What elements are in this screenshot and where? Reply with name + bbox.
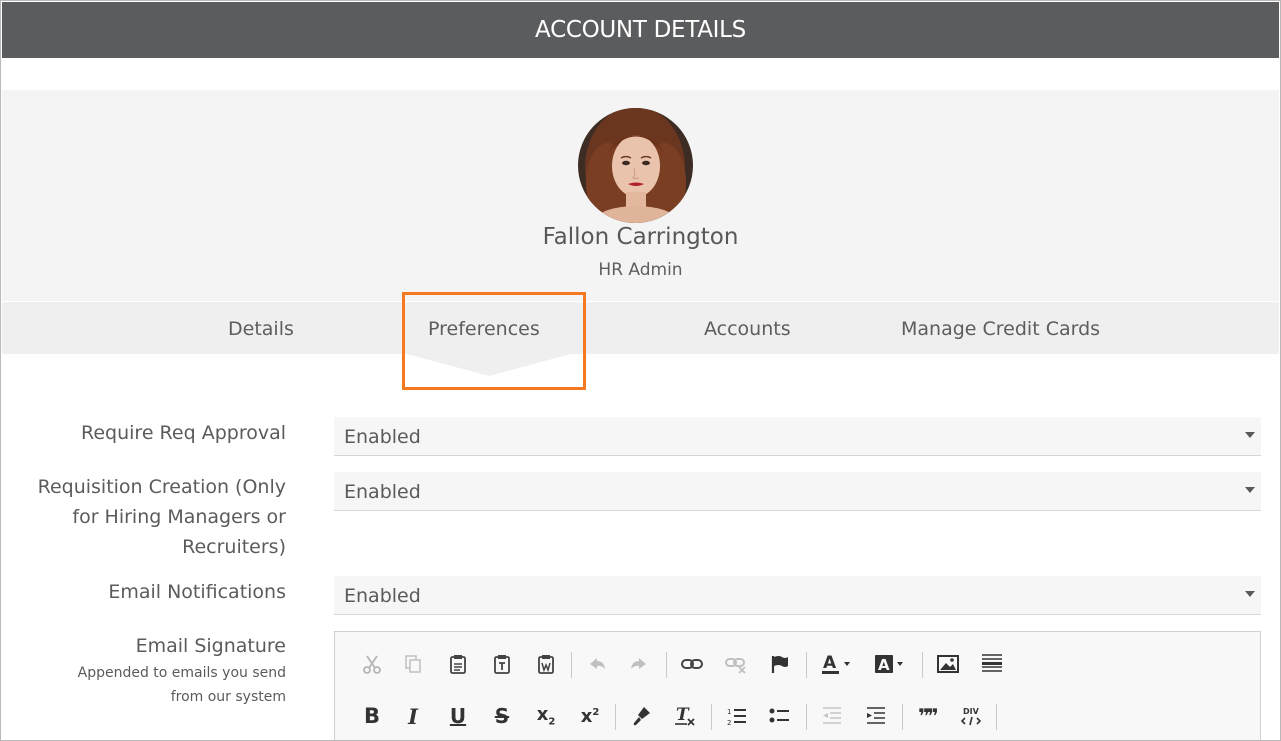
avatar xyxy=(578,108,693,223)
numbered-list-icon[interactable]: 12 xyxy=(723,702,751,730)
bold-icon[interactable]: B xyxy=(358,702,386,730)
account-details-panel: ACCOUNT DETAILS Fallon Carrington HR Adm… xyxy=(0,0,1281,741)
paste-text-icon[interactable] xyxy=(488,650,516,678)
copy-formatting-icon[interactable] xyxy=(627,702,655,730)
tab-details[interactable]: Details xyxy=(228,302,294,354)
background-color-icon[interactable]: A xyxy=(872,650,910,678)
increase-indent-icon[interactable] xyxy=(862,702,890,730)
chevron-down-icon xyxy=(1245,487,1255,493)
avatar-photo xyxy=(578,108,693,223)
page-title: ACCOUNT DETAILS xyxy=(535,17,746,43)
svg-text:1: 1 xyxy=(727,708,731,716)
email-signature-help-line: Appended to emails you send xyxy=(77,665,286,681)
subscript-icon[interactable]: x2 xyxy=(532,702,560,730)
image-icon[interactable] xyxy=(934,650,962,678)
requisition-creation-label: Requisition Creation (Only for Hiring Ma… xyxy=(38,472,286,562)
user-role: HR Admin xyxy=(598,260,683,280)
superscript-icon[interactable]: x2 xyxy=(576,702,604,730)
unlink-icon[interactable] xyxy=(722,650,750,678)
requisition-creation-label-line: for Hiring Managers or xyxy=(72,506,286,528)
toolbar-separator xyxy=(806,652,807,678)
toolbar-separator xyxy=(902,704,903,730)
strikethrough-icon[interactable]: S xyxy=(488,702,516,730)
require-req-approval-value: Enabled xyxy=(344,426,421,448)
email-signature-help-line: from our system xyxy=(170,689,286,705)
tab-bar: Details Preferences Accounts Manage Cred… xyxy=(2,302,1279,354)
svg-text:A: A xyxy=(823,653,837,673)
chevron-down-icon xyxy=(1245,432,1255,438)
remove-format-icon[interactable]: T xyxy=(671,702,699,730)
email-notifications-select[interactable]: Enabled xyxy=(334,576,1261,615)
svg-text:T: T xyxy=(676,705,690,725)
tab-accounts[interactable]: Accounts xyxy=(704,302,791,354)
email-signature-label: Email Signature xyxy=(135,635,286,657)
chevron-down-icon xyxy=(1245,591,1255,597)
email-signature-editor[interactable]: A A B I U S x2 x2 T 1 2 ❞❞ DIV xyxy=(334,631,1261,740)
cut-icon[interactable] xyxy=(358,650,386,678)
user-name: Fallon Carrington xyxy=(542,224,739,250)
create-div-icon[interactable]: DIV xyxy=(957,702,985,730)
italic-icon[interactable]: I xyxy=(399,702,427,730)
require-req-approval-select[interactable]: Enabled xyxy=(334,417,1261,456)
underline-icon[interactable]: U xyxy=(444,702,472,730)
svg-text:2: 2 xyxy=(727,719,731,727)
blockquote-icon[interactable]: ❞❞ xyxy=(913,702,941,730)
toolbar-separator xyxy=(711,704,712,730)
anchor-flag-icon[interactable] xyxy=(766,650,794,678)
requisition-creation-value: Enabled xyxy=(344,481,421,503)
toolbar-separator xyxy=(571,652,572,678)
requisition-creation-label-line: Requisition Creation (Only xyxy=(37,476,286,498)
bulleted-list-icon[interactable] xyxy=(766,702,794,730)
tab-manage-credit-cards[interactable]: Manage Credit Cards xyxy=(901,302,1100,354)
email-signature-help: Appended to emails you send from our sys… xyxy=(78,661,286,709)
paste-icon[interactable] xyxy=(444,650,472,678)
toolbar-separator xyxy=(806,704,807,730)
undo-icon[interactable] xyxy=(583,650,611,678)
toolbar-separator xyxy=(615,704,616,730)
email-notifications-value: Enabled xyxy=(344,585,421,607)
horizontal-rule-icon[interactable] xyxy=(978,650,1006,678)
toolbar-separator xyxy=(922,652,923,678)
requisition-creation-select[interactable]: Enabled xyxy=(334,472,1261,511)
copy-icon[interactable] xyxy=(399,650,427,678)
preferences-tab-highlight xyxy=(402,292,586,390)
text-color-icon[interactable]: A xyxy=(819,650,857,678)
page-header: ACCOUNT DETAILS xyxy=(2,2,1279,58)
toolbar-separator xyxy=(996,704,997,730)
link-icon[interactable] xyxy=(678,650,706,678)
svg-text:A: A xyxy=(878,656,890,674)
email-notifications-label: Email Notifications xyxy=(108,581,286,603)
svg-text:DIV: DIV xyxy=(963,707,980,716)
profile-section: Fallon Carrington HR Admin xyxy=(2,90,1279,301)
redo-icon[interactable] xyxy=(625,650,653,678)
require-req-approval-label: Require Req Approval xyxy=(81,422,286,444)
decrease-indent-icon[interactable] xyxy=(818,702,846,730)
paste-word-icon[interactable] xyxy=(532,650,560,678)
requisition-creation-label-line: Recruiters) xyxy=(182,536,286,558)
toolbar-separator xyxy=(666,652,667,678)
